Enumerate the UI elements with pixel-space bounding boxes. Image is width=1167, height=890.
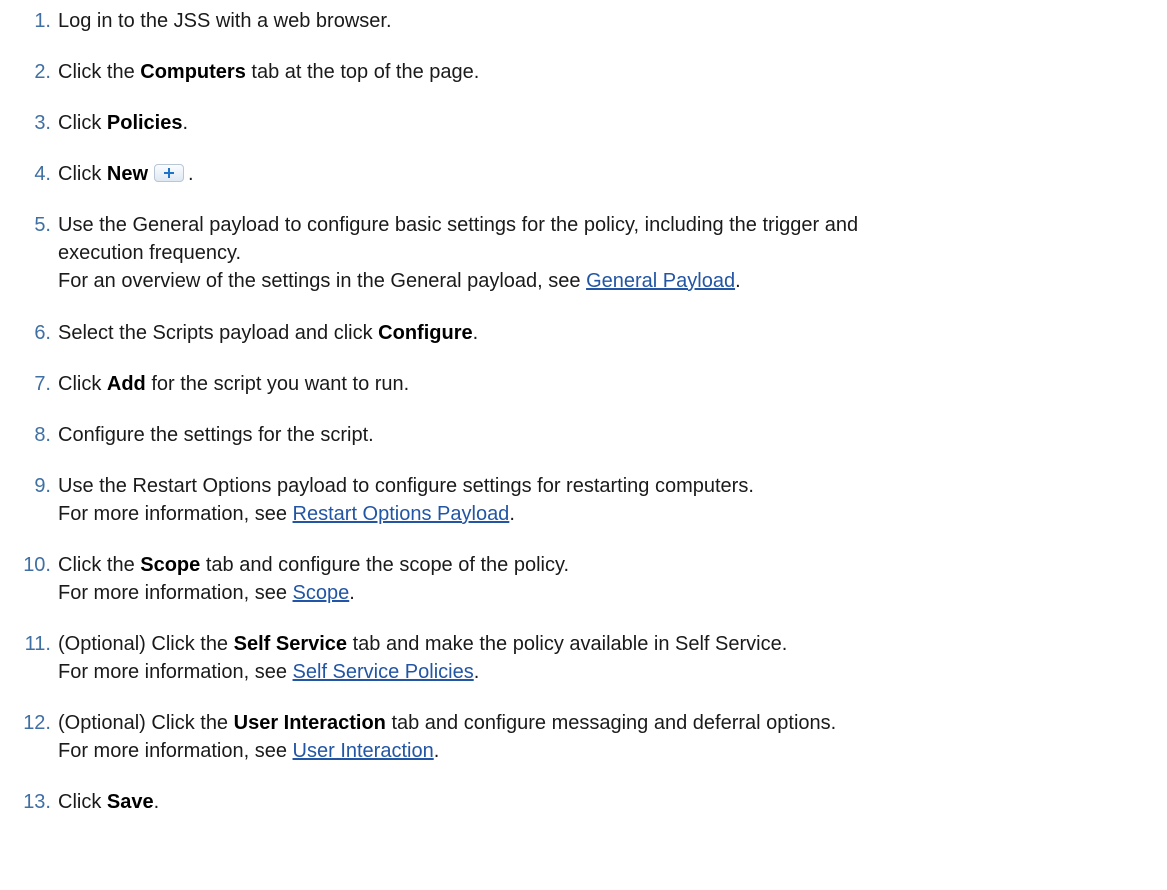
link-self-service-policies[interactable]: Self Service Policies bbox=[293, 661, 474, 683]
step-text: Use the Restart Options payload to confi… bbox=[58, 475, 754, 497]
step-text: Click bbox=[58, 791, 107, 813]
ui-term-scope: Scope bbox=[140, 554, 201, 576]
link-general-payload[interactable]: General Payload bbox=[586, 270, 735, 292]
step-number: 10. bbox=[23, 554, 51, 576]
step-text: For more information, see bbox=[58, 740, 293, 762]
ui-term-computers: Computers bbox=[140, 61, 246, 83]
step-text: . bbox=[182, 112, 189, 134]
step-number: 11. bbox=[24, 633, 51, 655]
step-text: . bbox=[433, 740, 440, 762]
ui-term-self-service: Self Service bbox=[233, 633, 348, 655]
step-text: (Optional) Click the bbox=[58, 633, 234, 655]
step-number: 6. bbox=[34, 322, 51, 344]
link-user-interaction[interactable]: User Interaction bbox=[293, 740, 434, 762]
step-text: Log in to the JSS with a web browser. bbox=[58, 10, 392, 32]
step-number: 2. bbox=[34, 61, 51, 83]
step-number: 8. bbox=[34, 424, 51, 446]
step-text: Configure the settings for the script. bbox=[58, 424, 374, 446]
step-text: Click bbox=[58, 373, 107, 395]
ui-term-save: Save bbox=[106, 791, 154, 813]
step-text: . bbox=[735, 270, 741, 292]
ui-term-add: Add bbox=[106, 373, 146, 395]
step-text: Select the Scripts payload and click bbox=[58, 322, 379, 344]
step-text: For an overview of the settings in the G… bbox=[58, 270, 587, 292]
step-text: Click the bbox=[58, 61, 141, 83]
step-number: 13. bbox=[23, 791, 51, 813]
step-number: 7. bbox=[34, 373, 51, 395]
step-text: . bbox=[509, 503, 515, 525]
step-text: Click bbox=[58, 112, 107, 134]
step-number: 9. bbox=[34, 475, 51, 497]
step-number: 12. bbox=[23, 712, 51, 734]
plus-button-icon bbox=[154, 164, 185, 182]
ui-term-configure: Configure bbox=[378, 322, 473, 344]
step-text: For more information, see bbox=[58, 503, 293, 525]
step-text: execution frequency. bbox=[58, 242, 242, 264]
step-number: 4. bbox=[34, 163, 51, 185]
step-text: . bbox=[188, 163, 194, 185]
step-text: Click the bbox=[58, 554, 141, 576]
ui-term-new: New bbox=[106, 163, 149, 185]
step-number: 1. bbox=[34, 10, 51, 32]
step-text: tab and make the policy available in Sel… bbox=[347, 633, 788, 655]
ui-term-policies: Policies bbox=[106, 112, 183, 134]
step-text: Click bbox=[58, 163, 107, 185]
step-text: tab at the top of the page. bbox=[245, 61, 480, 83]
step-text: . bbox=[472, 322, 479, 344]
step-text: . bbox=[349, 582, 355, 604]
ui-term-user-interaction: User Interaction bbox=[233, 712, 386, 734]
step-text: . bbox=[473, 661, 480, 683]
step-text: For more information, see bbox=[58, 582, 293, 604]
step-text: . bbox=[153, 791, 160, 813]
step-text: For more information, see bbox=[58, 661, 293, 683]
step-number: 5. bbox=[34, 214, 51, 236]
link-scope[interactable]: Scope bbox=[293, 582, 350, 604]
step-text: (Optional) Click the bbox=[58, 712, 234, 734]
link-restart-options-payload[interactable]: Restart Options Payload bbox=[293, 503, 510, 525]
step-text: Use the General payload to configure bas… bbox=[58, 214, 859, 236]
step-text: for the script you want to run. bbox=[145, 373, 410, 395]
step-number: 3. bbox=[34, 112, 51, 134]
step-text: tab and configure messaging and deferral… bbox=[385, 712, 837, 734]
step-text: tab and configure the scope of the polic… bbox=[200, 554, 570, 576]
